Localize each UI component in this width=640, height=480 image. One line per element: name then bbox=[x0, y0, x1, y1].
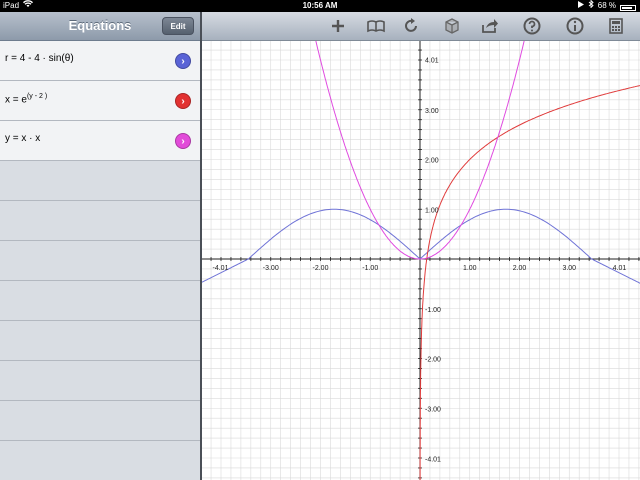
equation-detail-button[interactable]: › bbox=[175, 133, 191, 149]
bluetooth-icon bbox=[588, 0, 594, 12]
plus-icon[interactable] bbox=[328, 16, 348, 36]
empty-equation-row[interactable] bbox=[0, 321, 200, 361]
sidebar-header: Equations Edit bbox=[0, 12, 200, 41]
y-tick-label: 4.01 bbox=[425, 58, 439, 65]
equation-row-2[interactable]: x = e(y - 2 ) › bbox=[0, 81, 200, 121]
battery-icon bbox=[620, 4, 636, 11]
x-tick-label: 1.00 bbox=[463, 265, 477, 272]
x-tick-label: -3.00 bbox=[263, 265, 279, 272]
play-icon bbox=[577, 0, 584, 12]
equation-detail-button[interactable]: › bbox=[175, 93, 191, 109]
x-tick-label: 2.00 bbox=[513, 265, 527, 272]
y-tick-label: 2.00 bbox=[425, 158, 439, 165]
y-tick-label: -2.00 bbox=[425, 357, 441, 364]
info-icon[interactable] bbox=[565, 16, 585, 36]
empty-equation-row[interactable] bbox=[0, 281, 200, 321]
tick-labels: -4.01 -3.00 -2.00 -1.00 1.00 2.00 3.00 4.01 4.01… bbox=[213, 58, 627, 464]
empty-equation-row[interactable] bbox=[0, 361, 200, 401]
graph-toolbar bbox=[202, 12, 640, 41]
x-tick-label: -4.01 bbox=[213, 265, 229, 272]
status-bar: iPad 10:56 AM 68 % bbox=[0, 0, 640, 12]
equation-text: x = e(y - 2 ) bbox=[5, 93, 48, 106]
equation-detail-button[interactable]: › bbox=[175, 53, 191, 69]
empty-equation-row[interactable] bbox=[0, 401, 200, 441]
grid-lines bbox=[202, 41, 640, 480]
cube-icon[interactable] bbox=[442, 16, 462, 36]
y-tick-label: -4.01 bbox=[425, 456, 441, 463]
y-tick-label: 1.00 bbox=[425, 207, 439, 214]
status-right: 68 % bbox=[577, 0, 636, 12]
empty-equation-row[interactable] bbox=[0, 161, 200, 201]
empty-equation-row[interactable] bbox=[0, 241, 200, 281]
curves bbox=[202, 41, 640, 480]
equation-row-1[interactable]: r = 4 - 4 · sin(θ) › bbox=[0, 41, 200, 81]
status-time: 10:56 AM bbox=[302, 1, 338, 10]
edit-button[interactable]: Edit bbox=[162, 17, 194, 35]
equation-row-3[interactable]: y = x · x › bbox=[0, 121, 200, 161]
share-icon[interactable] bbox=[480, 16, 500, 36]
battery-percent: 68 % bbox=[597, 1, 616, 10]
y-tick-label: 3.00 bbox=[425, 108, 439, 115]
x-tick-label: 3.00 bbox=[562, 265, 576, 272]
x-tick-label: 4.01 bbox=[613, 265, 627, 272]
x-tick-label: -1.00 bbox=[362, 265, 378, 272]
equations-sidebar: Equations Edit r = 4 - 4 · sin(θ) › x = … bbox=[0, 12, 200, 480]
curve-cardioid bbox=[202, 208, 640, 284]
empty-equation-row[interactable] bbox=[0, 441, 200, 480]
refresh-icon[interactable] bbox=[401, 16, 421, 36]
book-icon[interactable] bbox=[366, 16, 386, 36]
equation-text: r = 4 - 4 · sin(θ) bbox=[5, 53, 74, 64]
y-tick-label: -3.00 bbox=[425, 406, 441, 413]
calculator-icon[interactable] bbox=[606, 16, 626, 36]
axes bbox=[202, 41, 640, 480]
x-tick-label: -2.00 bbox=[313, 265, 329, 272]
curve-exponential bbox=[419, 85, 640, 480]
equation-text: y = x · x bbox=[5, 133, 41, 144]
empty-equation-row[interactable] bbox=[0, 201, 200, 241]
help-icon[interactable] bbox=[522, 16, 542, 36]
graph-canvas[interactable]: -4.01 -3.00 -2.00 -1.00 1.00 2.00 3.00 4.01 4.01… bbox=[202, 41, 640, 480]
y-tick-label: -1.00 bbox=[425, 307, 441, 314]
